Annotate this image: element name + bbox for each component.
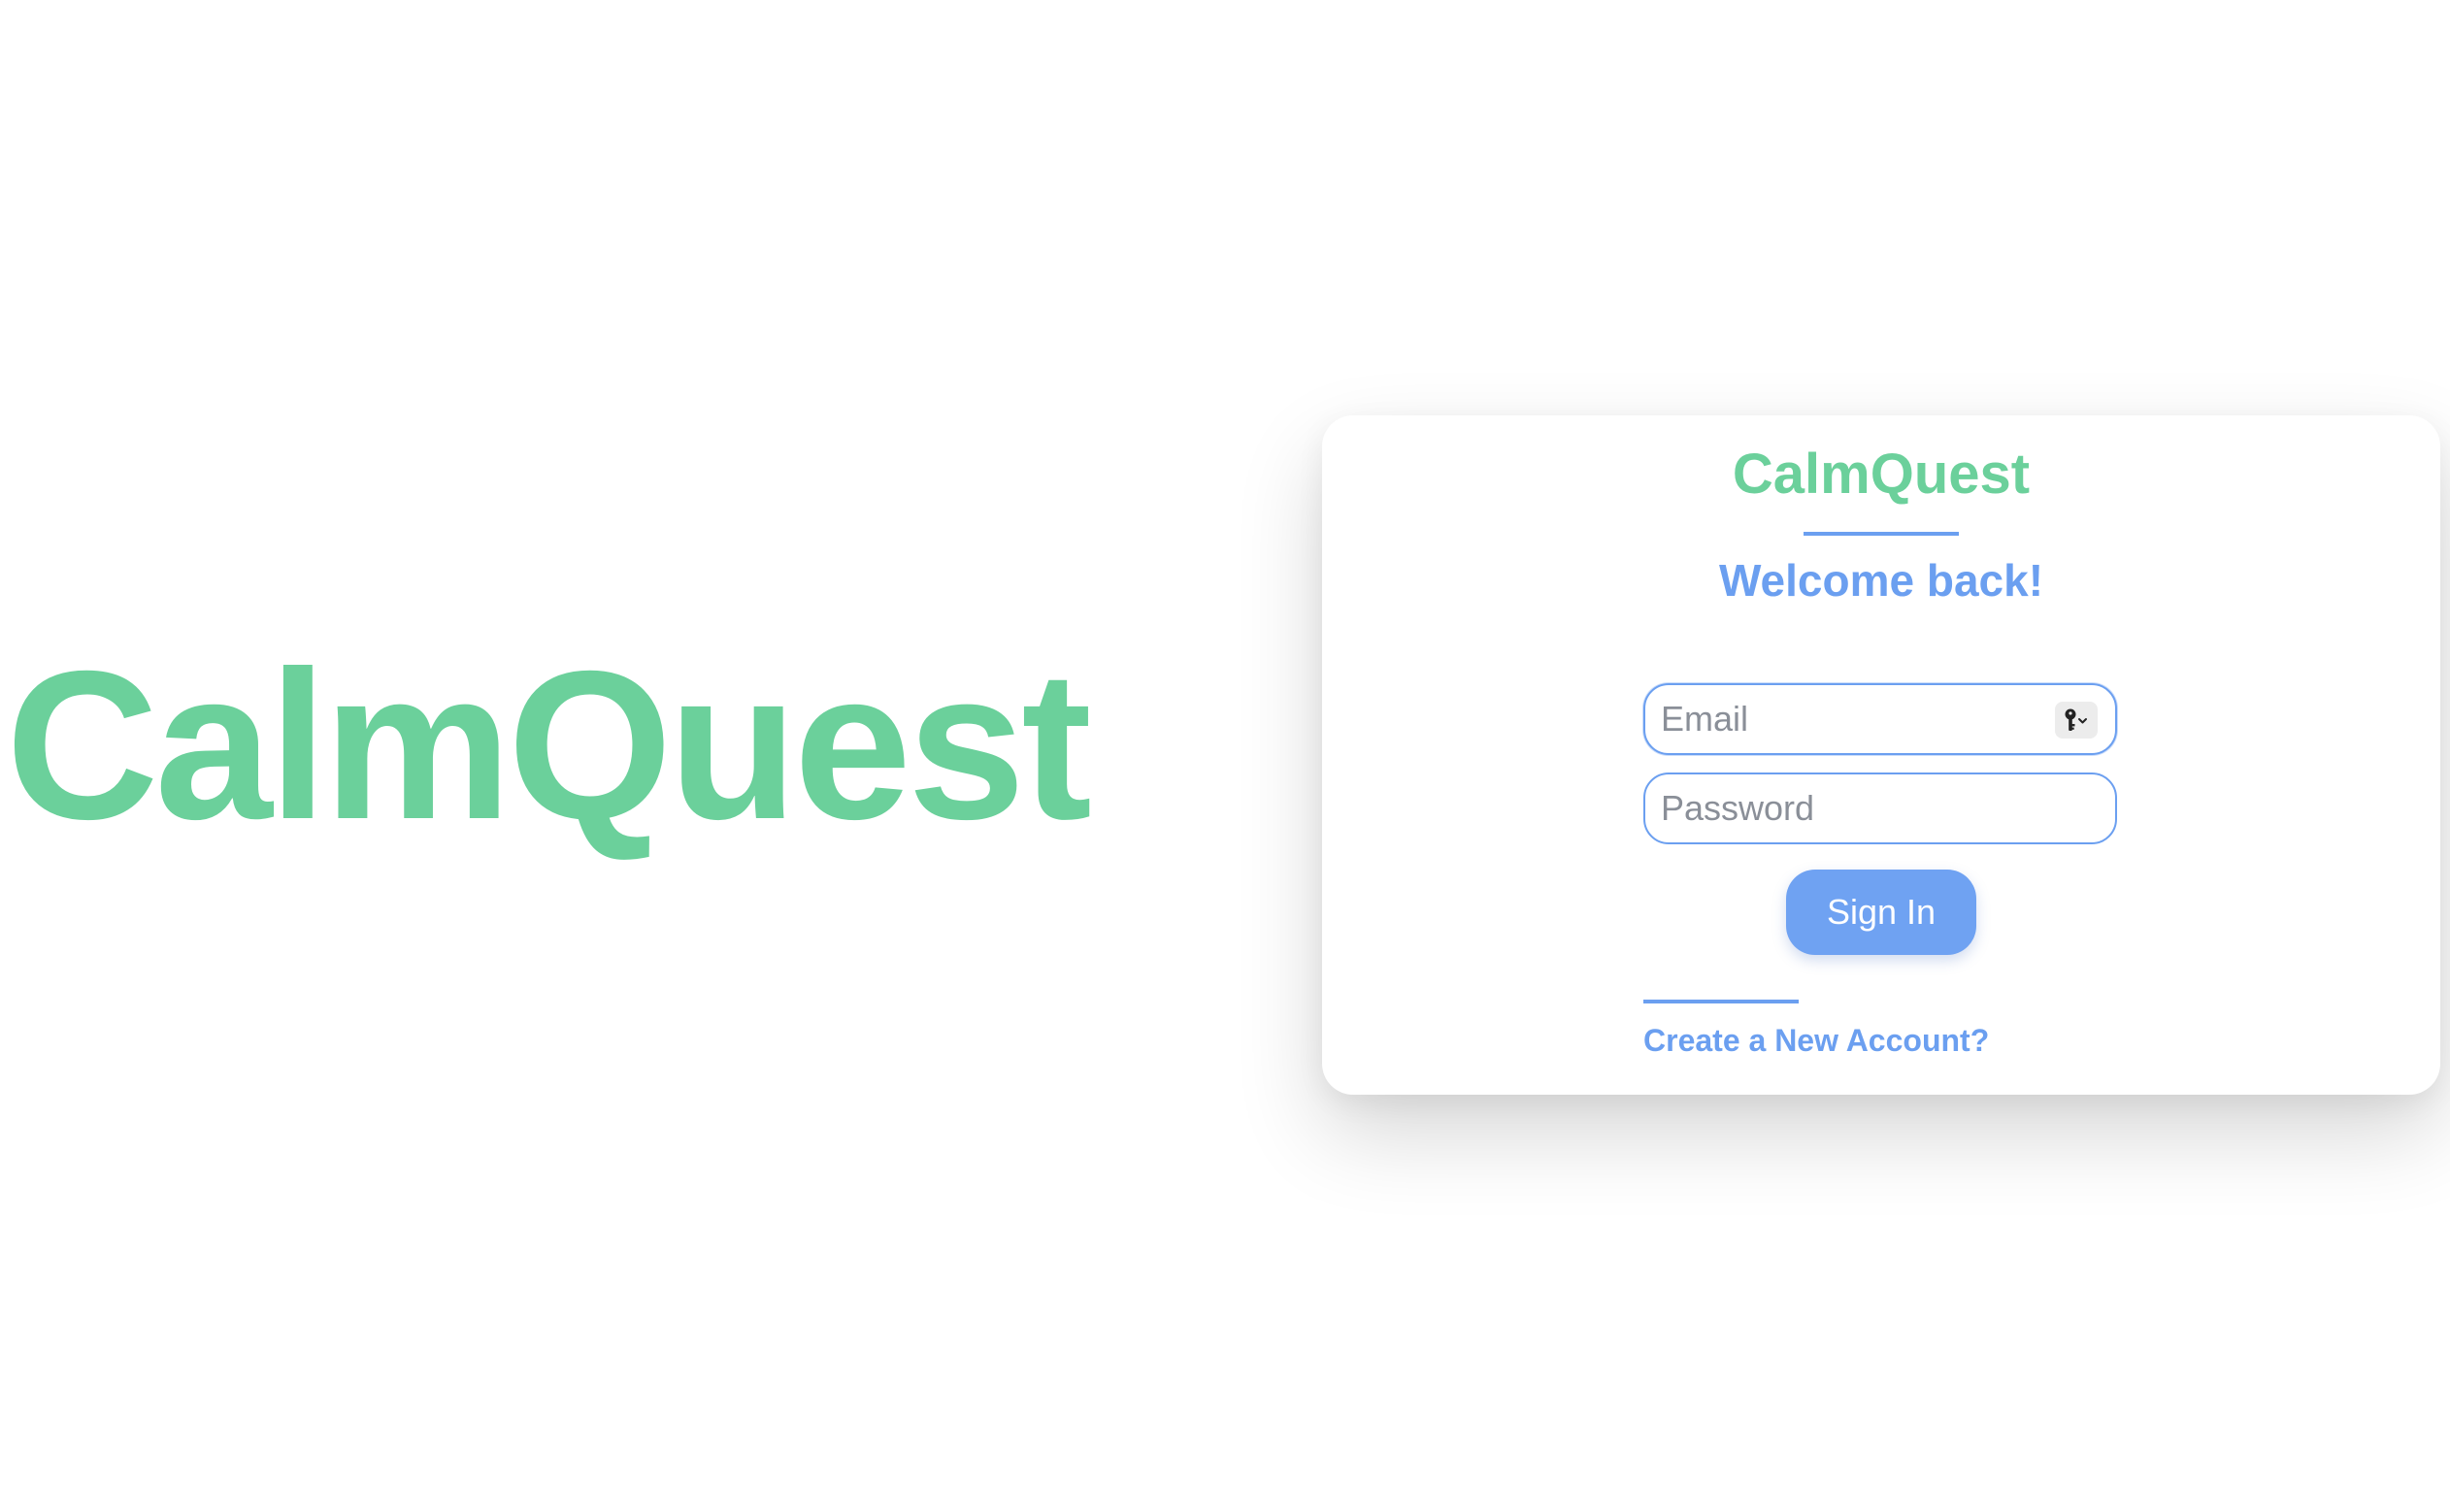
create-account-divider <box>1643 1000 1799 1003</box>
email-input[interactable] <box>1661 685 2049 753</box>
password-input[interactable] <box>1661 774 2049 842</box>
sign-in-button[interactable]: Sign In <box>1786 870 1976 955</box>
create-account-link[interactable]: Create a New Account? <box>1643 1023 1989 1059</box>
card-brand-title: CalmQuest <box>1732 443 2031 506</box>
hero-brand-title: CalmQuest <box>6 628 1092 864</box>
welcome-heading: Welcome back! <box>1718 555 2044 606</box>
email-field[interactable] <box>1643 683 2117 755</box>
login-page: CalmQuest CalmQuest Welcome back! Sign I… <box>0 0 2450 1512</box>
brand-underline-divider <box>1804 532 1959 536</box>
key-icon[interactable] <box>2055 702 2098 739</box>
login-card: CalmQuest Welcome back! Sign In Create a… <box>1322 415 2440 1095</box>
key-chevron-glyph <box>2065 708 2087 731</box>
password-field[interactable] <box>1643 772 2117 844</box>
